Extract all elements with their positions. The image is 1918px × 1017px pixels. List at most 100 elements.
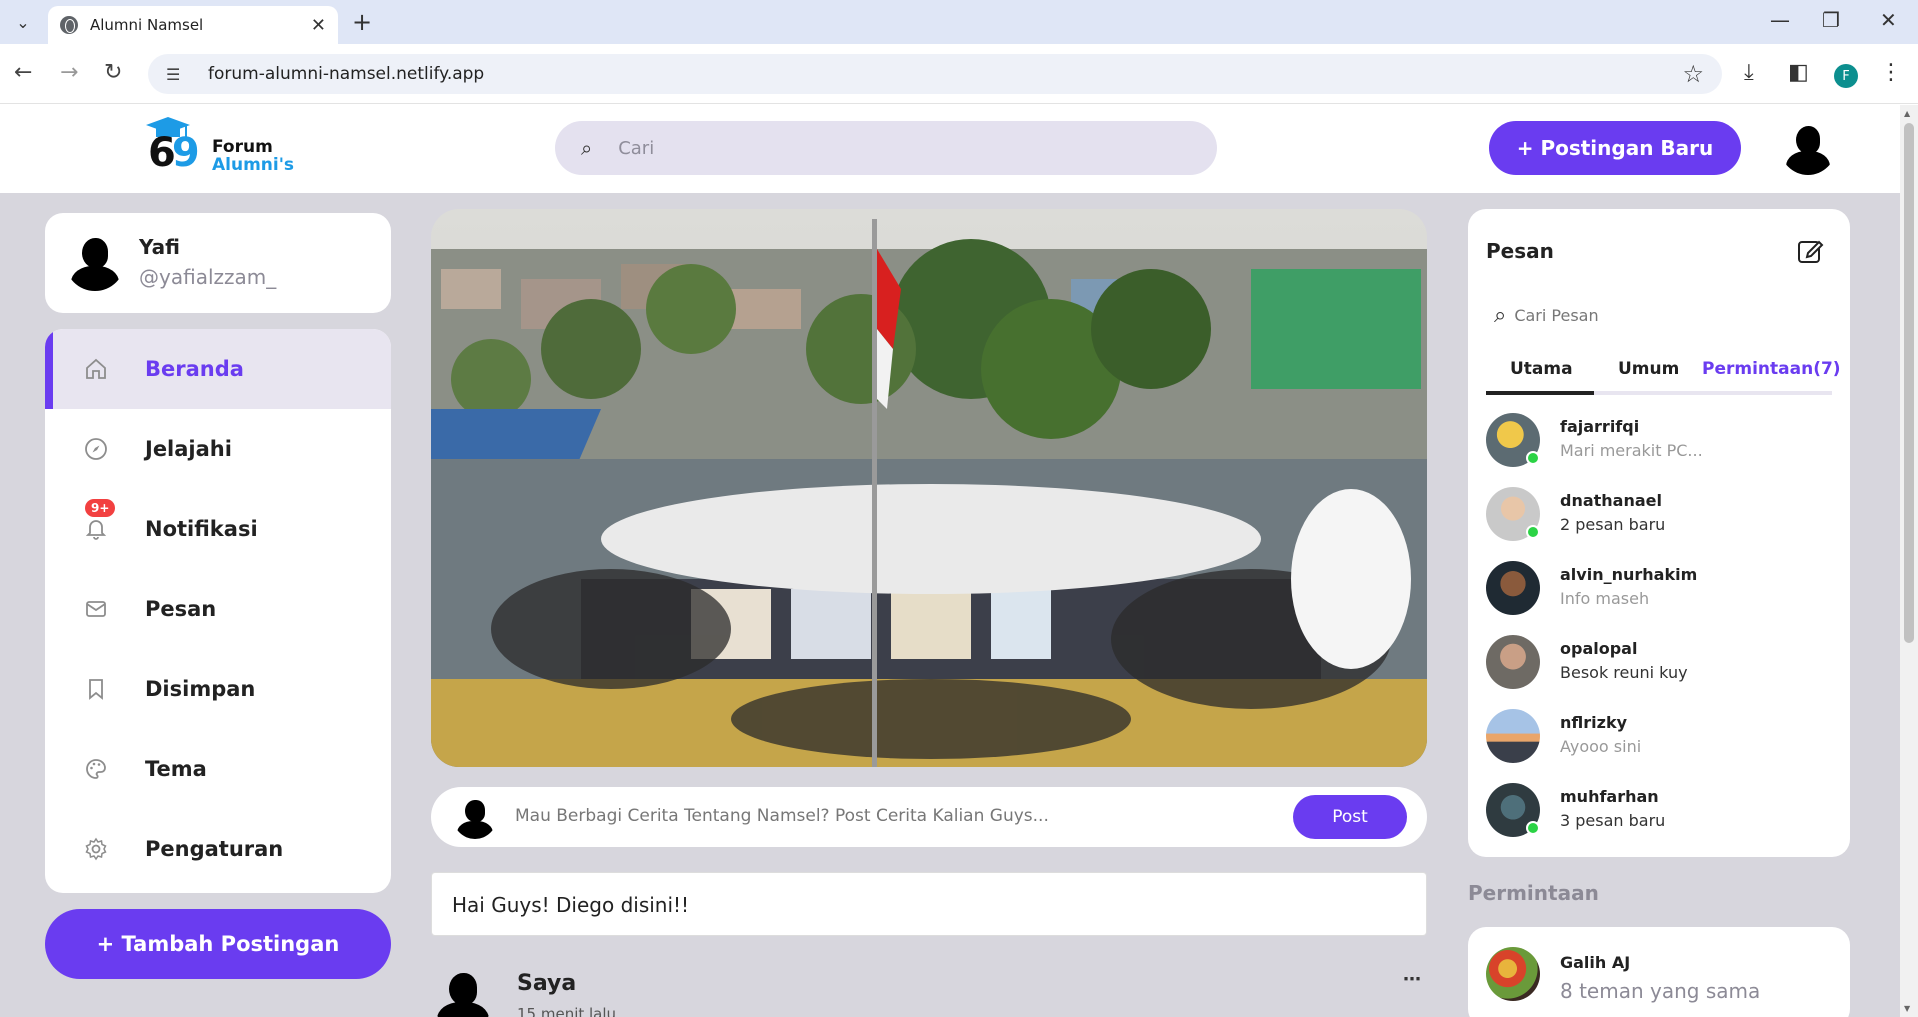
bookmark-star-icon[interactable]: ☆ — [1682, 60, 1704, 88]
message-preview: 3 pesan baru — [1560, 811, 1666, 830]
user-avatar[interactable] — [1780, 119, 1836, 175]
scrollbar-thumb[interactable] — [1904, 123, 1914, 643]
post-author-name[interactable]: Saya — [517, 971, 576, 996]
globe-icon — [60, 16, 78, 34]
tab-list-button[interactable]: ⌄ — [8, 8, 38, 36]
avatar — [1486, 709, 1540, 763]
site-header: 69 Forum Alumni's ⌕ Cari + Postingan Bar… — [0, 105, 1900, 193]
side-panel-icon[interactable]: ◧ — [1788, 60, 1809, 85]
bookmark-icon — [81, 674, 111, 704]
sidebar-item-beranda[interactable]: Beranda — [45, 329, 391, 409]
message-item[interactable]: opalopal Besok reuni kuy — [1486, 635, 1832, 693]
message-search-input[interactable]: ⌕ Cari Pesan — [1486, 295, 1832, 335]
mutual-friends: 8 teman yang sama — [1560, 979, 1761, 1003]
browser-toolbar: ← → ↻ ☰ forum-alumni-namsel.netlify.app … — [0, 44, 1918, 104]
online-indicator — [1526, 821, 1540, 835]
forward-icon[interactable]: → — [60, 60, 78, 85]
sidebar-item-label: Pesan — [145, 597, 217, 621]
browser-menu-icon[interactable]: ⋮ — [1880, 60, 1902, 85]
message-tabs: Utama Umum Permintaan(7) — [1486, 355, 1841, 395]
message-item[interactable]: alvin_nurhakim Info maseh — [1486, 561, 1832, 619]
message-username: fajarrifqi — [1560, 417, 1640, 436]
url-text[interactable]: forum-alumni-namsel.netlify.app — [208, 64, 1682, 84]
scroll-up-icon[interactable]: ▲ — [1904, 109, 1910, 118]
requests-title: Permintaan — [1468, 881, 1599, 905]
new-tab-button[interactable]: + — [352, 8, 372, 36]
feed-post: Saya 15 menit lalu ⋯ — [431, 961, 1427, 1017]
message-item[interactable]: nflrizky Ayooo sini — [1486, 709, 1832, 767]
post-timestamp: 15 menit lalu — [517, 1005, 617, 1017]
address-bar[interactable]: ☰ forum-alumni-namsel.netlify.app ☆ — [148, 54, 1722, 94]
search-placeholder: Cari — [618, 137, 655, 159]
bell-icon — [81, 514, 111, 544]
message-item[interactable]: dnathanael 2 pesan baru — [1486, 487, 1832, 545]
more-options-icon[interactable]: ⋯ — [1403, 969, 1421, 990]
message-username: nflrizky — [1560, 713, 1628, 732]
search-icon: ⌕ — [1494, 302, 1507, 328]
back-icon[interactable]: ← — [14, 60, 32, 85]
search-input[interactable]: ⌕ Cari — [555, 121, 1217, 175]
sidebar-menu: Beranda Jelajahi 9+ Notifikasi Pesan Dis… — [45, 329, 391, 893]
message-item[interactable]: muhfarhan 3 pesan baru — [1486, 783, 1832, 841]
message-username: muhfarhan — [1560, 787, 1659, 806]
compose-message-icon[interactable] — [1796, 237, 1824, 265]
request-name: Galih AJ — [1560, 953, 1631, 972]
palette-icon — [81, 754, 111, 784]
tab-umum[interactable]: Umum — [1618, 359, 1679, 379]
story-card[interactable]: Hai Guys! Diego disini!! — [431, 872, 1427, 936]
sidebar-item-disimpan[interactable]: Disimpan — [45, 649, 391, 729]
notification-badge: 9+ — [85, 499, 116, 517]
message-preview: 2 pesan baru — [1560, 515, 1666, 534]
online-indicator — [1526, 525, 1540, 539]
sidebar-item-pengaturan[interactable]: Pengaturan — [45, 809, 391, 889]
composer-avatar — [453, 795, 497, 839]
download-icon[interactable]: ⤓ — [1744, 60, 1754, 85]
logo-number: 69 — [148, 130, 200, 176]
message-username: dnathanael — [1560, 491, 1662, 510]
search-icon: ⌕ — [581, 136, 593, 160]
profile-avatar — [65, 231, 125, 291]
browser-tab[interactable]: Alumni Namsel ✕ — [48, 6, 338, 44]
new-post-button[interactable]: + Postingan Baru — [1489, 121, 1741, 175]
sidebar-item-notifikasi[interactable]: 9+ Notifikasi — [45, 489, 391, 569]
minimize-icon[interactable]: — — [1770, 8, 1790, 32]
gear-icon — [81, 834, 111, 864]
tab-utama[interactable]: Utama — [1510, 359, 1573, 379]
post-composer: Mau Berbagi Cerita Tentang Namsel? Post … — [431, 787, 1427, 847]
message-preview: Mari merakit PC... — [1560, 441, 1703, 460]
sidebar-item-tema[interactable]: Tema — [45, 729, 391, 809]
close-tab-icon[interactable]: ✕ — [311, 15, 326, 36]
scroll-down-icon[interactable]: ▼ — [1904, 1004, 1910, 1013]
logo-text-forum: Forum — [212, 137, 273, 157]
sidebar-item-pesan[interactable]: Pesan — [45, 569, 391, 649]
online-indicator — [1526, 451, 1540, 465]
sidebar-item-jelajahi[interactable]: Jelajahi — [45, 409, 391, 489]
logo-text-alumni: Alumni's — [212, 155, 295, 175]
friend-request-card[interactable]: Galih AJ 8 teman yang sama — [1468, 927, 1850, 1017]
messages-panel: Pesan ⌕ Cari Pesan Utama Umum Permintaan… — [1468, 209, 1850, 857]
site-logo[interactable]: 69 Forum Alumni's — [146, 117, 296, 179]
page-scrollbar[interactable]: ▲ ▼ — [1900, 105, 1918, 1017]
reload-icon[interactable]: ↻ — [104, 60, 122, 85]
school-gathering-photo — [431, 209, 1427, 767]
browser-profile-avatar[interactable]: F — [1834, 64, 1858, 88]
sidebar-item-label: Beranda — [145, 357, 244, 381]
tab-permintaan[interactable]: Permintaan(7) — [1702, 359, 1841, 379]
profile-card[interactable]: Yafi @yafialzzam_ — [45, 213, 391, 313]
message-username: alvin_nurhakim — [1560, 565, 1698, 584]
post-button[interactable]: Post — [1293, 795, 1407, 839]
composer-input[interactable]: Mau Berbagi Cerita Tentang Namsel? Post … — [515, 806, 1049, 826]
close-window-icon[interactable]: ✕ — [1880, 8, 1897, 32]
add-post-button[interactable]: + Tambah Postingan — [45, 909, 391, 979]
home-icon — [81, 354, 111, 384]
compass-icon — [81, 434, 111, 464]
site-settings-icon[interactable]: ☰ — [166, 65, 188, 84]
hero-photo — [431, 209, 1427, 767]
message-preview: Besok reuni kuy — [1560, 663, 1688, 682]
post-author-avatar[interactable] — [431, 965, 495, 1017]
sidebar-item-label: Tema — [145, 757, 207, 781]
browser-tabstrip: ⌄ Alumni Namsel ✕ + — ❐ ✕ — [0, 0, 1918, 44]
message-item[interactable]: fajarrifqi Mari merakit PC... — [1486, 413, 1832, 471]
restore-icon[interactable]: ❐ — [1822, 8, 1840, 32]
sidebar-item-label: Jelajahi — [145, 437, 232, 461]
